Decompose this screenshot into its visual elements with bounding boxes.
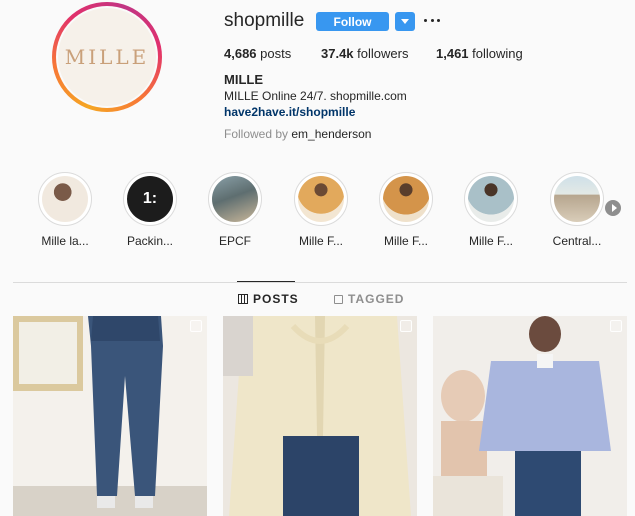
tab-posts-label: POSTS bbox=[253, 292, 299, 306]
post-thumbnail[interactable] bbox=[433, 316, 627, 516]
chevron-right-icon bbox=[611, 204, 617, 212]
more-options-icon[interactable] bbox=[424, 12, 440, 28]
highlight-item[interactable]: 1: Packin... bbox=[118, 172, 182, 248]
following-label: following bbox=[472, 46, 523, 61]
highlight-cover bbox=[212, 176, 258, 222]
highlight-item[interactable]: Mille la... bbox=[33, 172, 97, 248]
followers-stat[interactable]: 37.4k followers bbox=[321, 46, 408, 61]
highlight-cover bbox=[42, 176, 88, 222]
highlight-label: Mille F... bbox=[298, 234, 343, 248]
tabs-divider bbox=[13, 282, 627, 283]
multi-post-icon bbox=[400, 320, 412, 332]
highlight-label: Central... bbox=[552, 234, 602, 248]
highlight-label: Mille F... bbox=[468, 234, 513, 248]
highlight-ring bbox=[379, 172, 433, 226]
grid-icon bbox=[238, 294, 248, 304]
followed-by-prefix: Followed by bbox=[224, 127, 289, 141]
highlight-item[interactable]: Mille F... bbox=[289, 172, 353, 248]
multi-post-icon bbox=[190, 320, 202, 332]
followed-by: Followed by em_henderson bbox=[224, 127, 371, 141]
posts-count: 4,686 bbox=[224, 46, 257, 61]
post-thumbnail[interactable] bbox=[13, 316, 207, 516]
followed-by-user[interactable]: em_henderson bbox=[291, 127, 371, 141]
post-image bbox=[433, 316, 627, 516]
highlight-cover: 1: bbox=[127, 176, 173, 222]
posts-stat: 4,686 posts bbox=[224, 46, 291, 61]
followers-label: followers bbox=[357, 46, 409, 61]
highlight-cover bbox=[383, 176, 429, 222]
suggestions-dropdown-button[interactable] bbox=[395, 12, 415, 31]
avatar: MILLE bbox=[58, 8, 156, 106]
highlight-ring: 1: bbox=[123, 172, 177, 226]
highlight-ring bbox=[294, 172, 348, 226]
highlight-item[interactable]: Mille F... bbox=[459, 172, 523, 248]
profile-username: shopmille bbox=[224, 10, 305, 31]
posts-label: posts bbox=[260, 46, 292, 61]
highlight-cover bbox=[554, 176, 600, 222]
highlight-ring bbox=[38, 172, 92, 226]
tag-icon bbox=[334, 294, 343, 304]
highlight-item[interactable]: Central... bbox=[545, 172, 609, 248]
tab-tagged[interactable]: TAGGED bbox=[334, 292, 404, 306]
following-stat[interactable]: 1,461 following bbox=[436, 46, 523, 61]
profile-full-name: MILLE bbox=[224, 72, 263, 87]
highlight-label: Mille F... bbox=[383, 234, 428, 248]
highlight-item[interactable]: Mille F... bbox=[374, 172, 438, 248]
post-image bbox=[13, 316, 207, 516]
highlight-item[interactable]: EPCF bbox=[203, 172, 267, 248]
highlight-ring bbox=[464, 172, 518, 226]
chevron-down-icon bbox=[401, 19, 409, 24]
profile-website-link[interactable]: have2have.it/shopmille bbox=[224, 105, 355, 119]
profile-bio: MILLE Online 24/7. shopmille.com bbox=[224, 89, 407, 103]
highlight-label: Mille la... bbox=[41, 234, 89, 248]
post-thumbnail[interactable] bbox=[223, 316, 417, 516]
followers-count: 37.4k bbox=[321, 46, 354, 61]
tab-posts[interactable]: POSTS bbox=[238, 292, 299, 306]
highlight-cover bbox=[298, 176, 344, 222]
profile-avatar-ring[interactable]: MILLE bbox=[52, 2, 162, 112]
highlight-ring bbox=[208, 172, 262, 226]
highlight-label: EPCF bbox=[218, 234, 251, 248]
following-count: 1,461 bbox=[436, 46, 469, 61]
highlight-cover bbox=[468, 176, 514, 222]
active-tab-indicator bbox=[237, 281, 295, 282]
tab-tagged-label: TAGGED bbox=[348, 292, 405, 306]
multi-post-icon bbox=[610, 320, 622, 332]
avatar-border: MILLE bbox=[56, 6, 158, 108]
follow-button[interactable]: Follow bbox=[316, 12, 389, 31]
post-image bbox=[223, 316, 417, 516]
highlight-ring bbox=[550, 172, 604, 226]
highlights-next-button[interactable] bbox=[605, 200, 621, 216]
highlight-label: Packin... bbox=[126, 234, 174, 248]
